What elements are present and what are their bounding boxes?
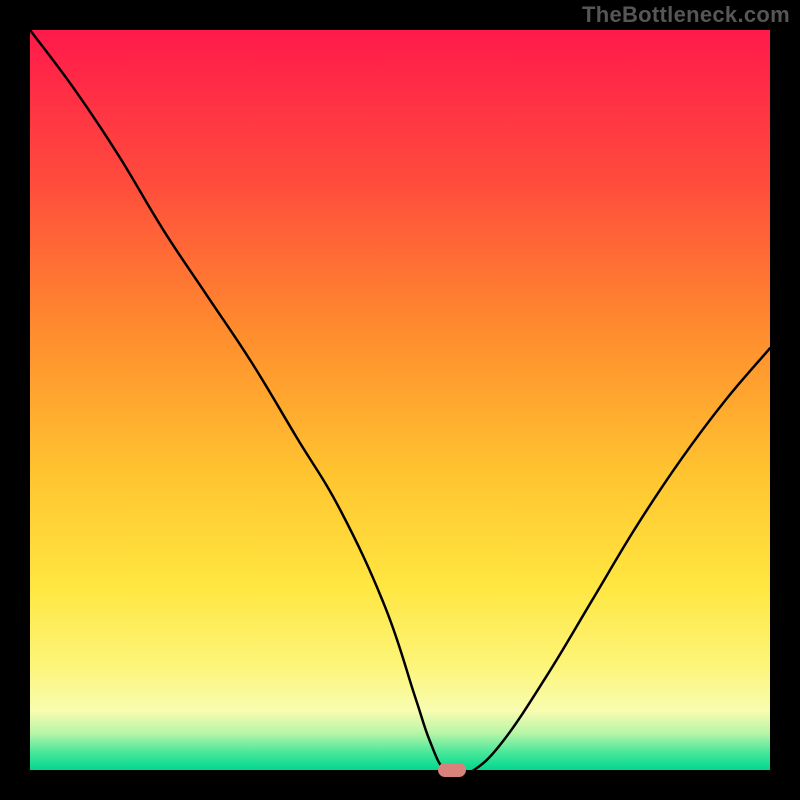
bottleneck-chart — [30, 30, 770, 770]
optimal-point-marker — [438, 763, 466, 777]
chart-background — [30, 30, 770, 770]
chart-frame: TheBottleneck.com — [0, 0, 800, 800]
watermark-text: TheBottleneck.com — [582, 2, 790, 28]
